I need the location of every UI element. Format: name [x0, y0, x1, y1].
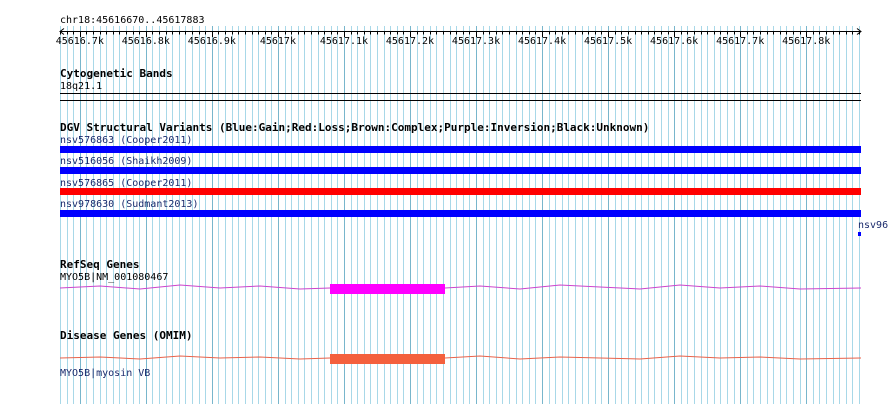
coordinate-ruler[interactable]: 45616.7k 45616.8k 45616.9k 45617k 45617.1k 45…: [0, 26, 890, 48]
dgv-feature-bar[interactable]: [60, 210, 861, 217]
refseq-gene-glyph[interactable]: [0, 280, 890, 298]
ruler-tick-label: 45617.4k: [518, 36, 566, 47]
dgv-feature-label[interactable]: nsv576863 (Cooper2011): [60, 135, 192, 146]
ruler-tick-label: 45617.3k: [452, 36, 500, 47]
ruler-tick-label: 45616.8k: [122, 36, 170, 47]
ruler-tick-label: 45616.9k: [188, 36, 236, 47]
ruler-tick-label: 45617.6k: [650, 36, 698, 47]
cytoband-line-top: [60, 93, 861, 94]
dgv-feature-bar[interactable]: [60, 167, 861, 174]
genome-browser-view: chr18:45616670..45617883 45616.7k 45616.8…: [0, 0, 890, 404]
dgv-feature-label[interactable]: nsv978630 (Sudmant2013): [60, 199, 198, 210]
ruler-tick-label: 45617.8k: [782, 36, 830, 47]
cytoband-line-bottom: [60, 100, 861, 101]
disease-track-title: Disease Genes (OMIM): [60, 329, 193, 342]
dgv-feature-bar[interactable]: [60, 188, 861, 195]
cytoband-label: 18q21.1: [60, 81, 103, 92]
ruler-tick-label: 45617.7k: [716, 36, 764, 47]
disease-gene-label[interactable]: MYO5B|myosin VB: [60, 368, 150, 379]
dgv-offscreen-label[interactable]: nsv96: [858, 220, 888, 231]
dgv-offscreen-bar[interactable]: [858, 232, 861, 236]
ruler-tick-label: 45617.5k: [584, 36, 632, 47]
dgv-track-title: DGV Structural Variants (Blue:Gain;Red:L…: [60, 121, 650, 134]
ruler-tick-label: 45616.7k: [56, 36, 104, 47]
disease-gene-glyph[interactable]: [0, 350, 890, 368]
cytoband-track-title: Cytogenetic Bands: [60, 67, 173, 80]
ruler-tick-label: 45617.2k: [386, 36, 434, 47]
refseq-track-title: RefSeq Genes: [60, 258, 140, 271]
dgv-feature-bar[interactable]: [60, 146, 861, 153]
location-label: chr18:45616670..45617883: [60, 15, 205, 26]
ruler-tick-label: 45617.1k: [320, 36, 368, 47]
ruler-tick-label: 45617k: [260, 36, 296, 47]
dgv-feature-label[interactable]: nsv516056 (Shaikh2009): [60, 156, 192, 167]
